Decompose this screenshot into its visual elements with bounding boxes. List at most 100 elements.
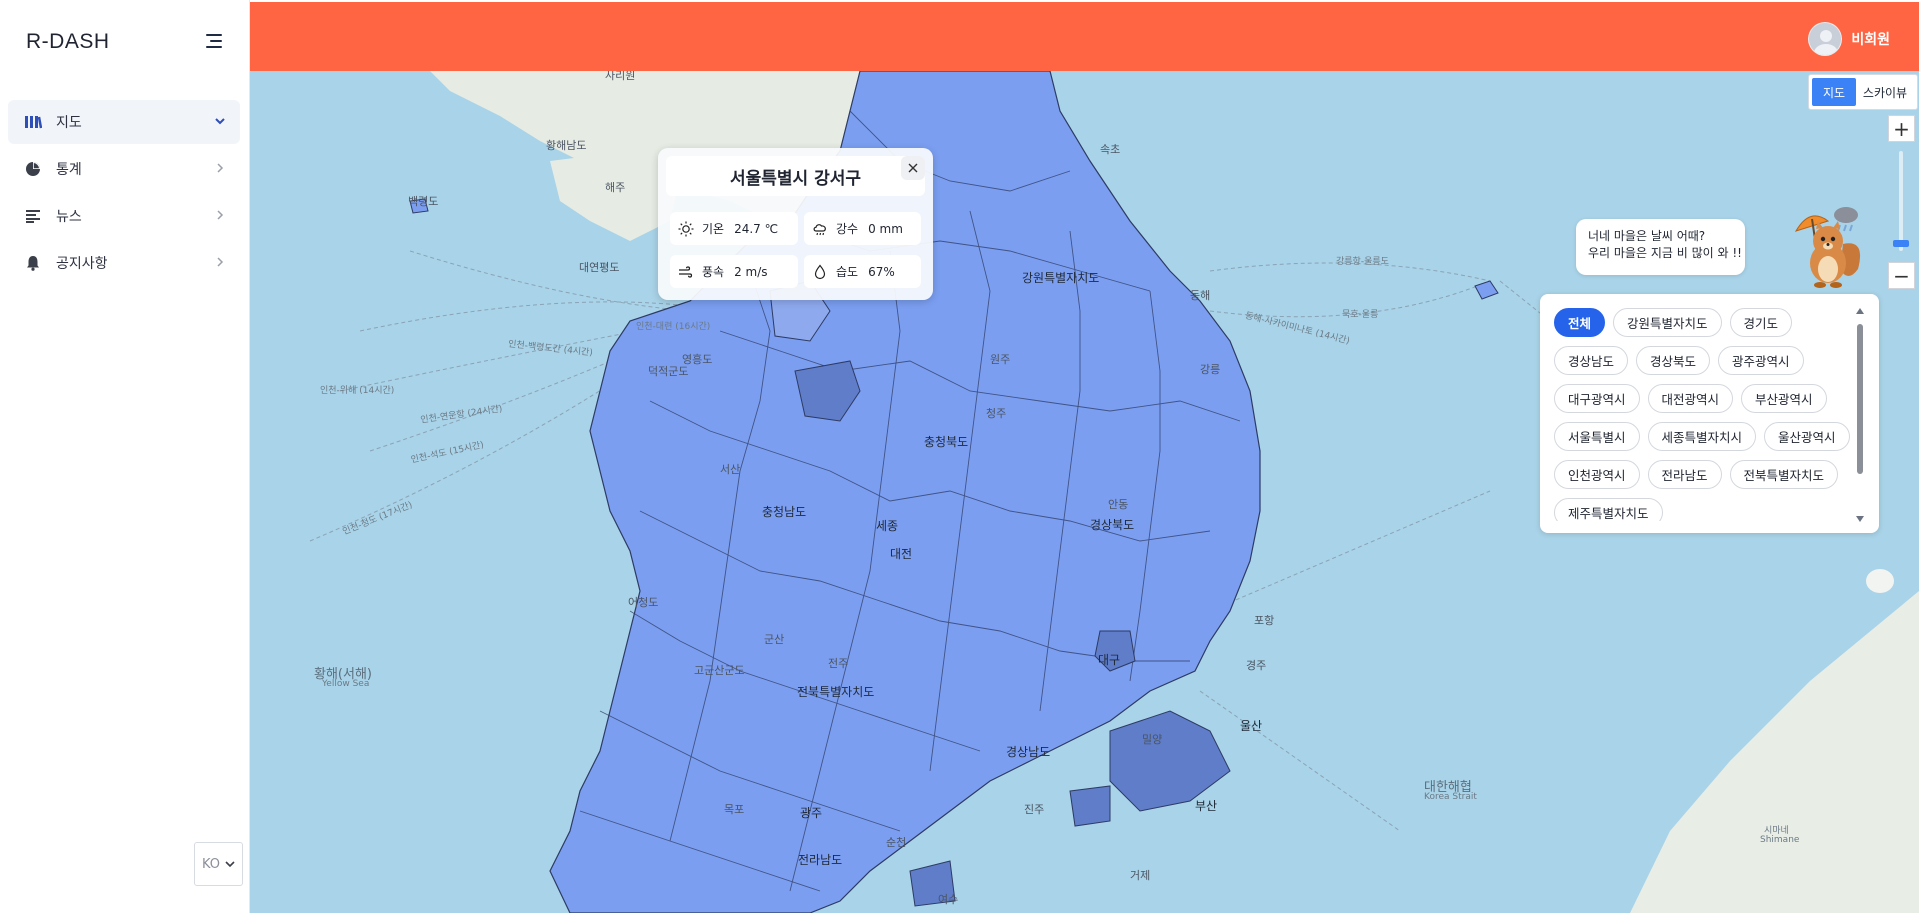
language-select[interactable]: KO [194,842,243,886]
pie-chart-icon [24,160,42,178]
ulleungdo-island[interactable] [1474,280,1499,300]
user-menu[interactable]: 비회원 [1808,22,1890,56]
map-label: 고군산군도 [694,664,745,677]
chevron-right-icon [217,163,224,173]
map-label: Korea Strait [1424,792,1477,802]
map-label: 영흥도 [682,353,713,366]
region-chip[interactable]: 서울특별시 [1554,422,1640,451]
humidity-value: 67% [868,264,895,279]
map-label: 부산 [1195,799,1218,813]
region-chip[interactable]: 세종특별자치시 [1647,422,1757,451]
map-label: 경주 [1246,659,1267,672]
sidebar-item-label: 공지사항 [56,256,108,272]
zoom-in-button[interactable]: + [1888,115,1915,142]
region-chip[interactable]: 인천광역시 [1554,460,1640,489]
region-chip[interactable]: 대구광역시 [1554,384,1640,413]
sidebar-item-notice[interactable]: 공지사항 [8,241,240,285]
menu-toggle-icon[interactable] [204,32,226,50]
map-label: 황해남도 [546,139,587,152]
map-label: Shimane [1760,835,1800,845]
scroll-up-arrow-icon[interactable] [1856,308,1864,314]
region-filter-panel: 전체 강원특별자치도 경기도경상남도 경상북도 광주광역시대구광역시 대전광역시 부산광역시… [1540,294,1879,533]
map-label: 울산 [1240,719,1263,733]
wind-cell: 풍속 2 m/s [670,255,798,288]
land-japan [1630,591,1919,913]
language-value: KO [201,856,221,872]
temperature-label: 기온 [702,222,725,236]
region-chip-list: 전체 강원특별자치도 경기도경상남도 경상북도 광주광역시대구광역시 대전광역시 부산광역시… [1554,308,1854,521]
region-chip[interactable]: 대전광역시 [1647,384,1734,413]
chevron-right-icon [217,210,224,220]
scrollbar-thumb[interactable] [1857,324,1863,474]
region-chip[interactable]: 광주광역시 [1718,346,1804,375]
wind-icon [679,265,693,278]
view-map-button[interactable]: 지도 [1812,78,1856,106]
map-label: 광주 [800,806,823,820]
map-label: 해주 [605,181,626,194]
region-panel-scrollbar[interactable] [1855,306,1865,524]
map-label: 어청도 [628,596,659,609]
popup-title: 서울특별시 강서구 [666,156,925,196]
map-label: 거제 [1130,869,1151,882]
news-icon [24,207,42,225]
highlighted-district[interactable] [1109,710,1231,812]
ferry-route-line [1199,690,1401,832]
map-label: 충청북도 [924,435,969,449]
close-icon [908,163,918,173]
region-chip[interactable]: 경상북도 [1636,346,1711,375]
map-label: 목포 [724,803,745,816]
region-chip[interactable]: 울산광역시 [1764,422,1850,451]
map-label: 포항 [1254,614,1275,627]
map-view-toggle: 지도 스카이뷰 [1808,74,1918,110]
zoom-slider-track[interactable] [1899,151,1903,251]
sidebar-item-map[interactable]: 지도 [8,100,240,144]
map-label: 여수 [938,893,959,906]
region-chip[interactable]: 경상남도 [1554,346,1629,375]
highlighted-district[interactable] [1069,785,1111,827]
map-label: 군산 [764,633,785,646]
squirrel-mascot-icon[interactable] [1788,199,1868,289]
precipitation-label: 강수 [836,222,859,236]
bell-icon [24,254,42,272]
region-chip[interactable]: 경기도 [1729,308,1793,337]
small-island [1866,569,1894,593]
popup-close-button[interactable] [901,156,925,180]
map-label: 밀양 [1142,733,1163,746]
sidebar: R-DASH 지도 통계 뉴스 공지사항 KO [0,0,250,913]
sidebar-nav: 지도 통계 뉴스 공지사항 [8,100,240,288]
map-label: 안동 [1108,498,1129,511]
region-chip[interactable]: 강원특별자치도 [1613,308,1722,337]
zoom-slider-handle[interactable] [1893,240,1909,247]
map-label: 대연평도 [579,261,620,274]
map-icon [24,113,42,131]
ferry-route-line [409,250,691,312]
region-chip[interactable]: 제주특별자치도 [1554,498,1663,521]
chevron-down-icon [215,118,225,125]
view-skyview-button[interactable]: 스카이뷰 [1856,78,1914,106]
region-chip[interactable]: 전라남도 [1647,460,1722,489]
sidebar-item-news[interactable]: 뉴스 [8,194,240,238]
chevron-down-icon [225,861,235,868]
map-label: 서산 [720,463,741,476]
app-root: R-DASH 지도 통계 뉴스 공지사항 KO 비회원 황해남도 해주 사리원 … [0,0,1919,913]
region-chip[interactable]: 전북특별자치도 [1729,460,1839,489]
map-label: 강원특별자치도 [1022,271,1100,285]
map-label: 동해 [1190,289,1211,302]
map-label: 경상북도 [1090,518,1135,532]
region-chip[interactable]: 부산광역시 [1741,384,1827,413]
droplet-icon [814,264,826,279]
top-header: 비회원 [250,2,1919,71]
brand-logo[interactable]: R-DASH [26,30,110,54]
map-label: 사리원 [605,71,636,82]
map-label: 원주 [990,353,1011,366]
humidity-label: 습도 [836,265,859,279]
map-label: 속초 [1100,143,1121,156]
bubble-line: 우리 마을은 지금 비 많이 와 !! [1588,246,1742,260]
sidebar-item-label: 지도 [56,115,82,131]
scroll-down-arrow-icon[interactable] [1856,516,1864,522]
zoom-out-button[interactable]: − [1888,262,1915,289]
sidebar-item-label: 통계 [56,162,82,178]
region-chip[interactable]: 전체 [1554,308,1606,337]
sidebar-item-stats[interactable]: 통계 [8,147,240,191]
map-label: 묵호-울릉 [1342,310,1379,320]
